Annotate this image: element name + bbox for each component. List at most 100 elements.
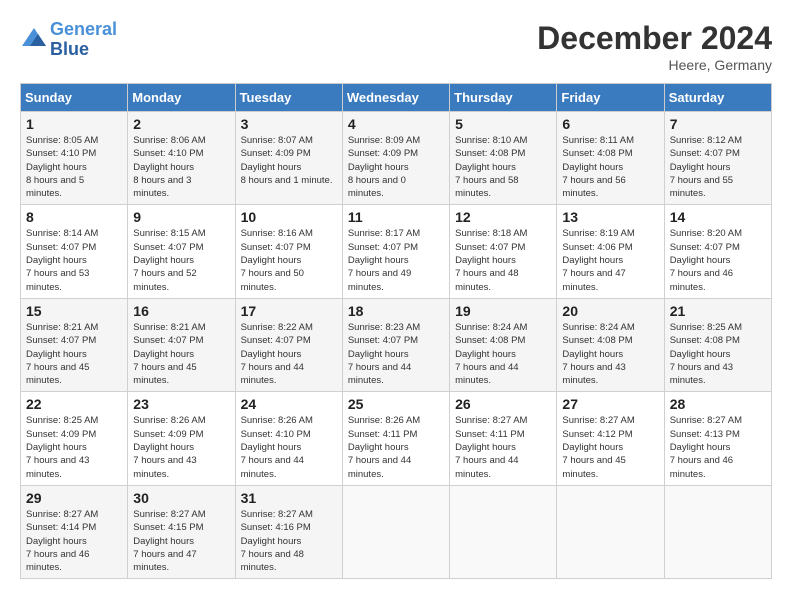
day-info: Sunrise: 8:07 AMSunset: 4:09 PMDaylight …: [241, 134, 337, 187]
calendar-week-4: 22Sunrise: 8:25 AMSunset: 4:09 PMDayligh…: [21, 392, 772, 485]
day-info: Sunrise: 8:19 AMSunset: 4:06 PMDaylight …: [562, 227, 658, 293]
calendar-cell: [664, 485, 771, 578]
calendar-cell: 27 Sunrise: 8:27 AMSunset: 4:12 PMDayligh…: [557, 392, 664, 485]
day-info: Sunrise: 8:26 AMSunset: 4:09 PMDaylight …: [133, 414, 229, 480]
calendar-cell: 19 Sunrise: 8:24 AMSunset: 4:08 PMDayligh…: [450, 298, 557, 391]
location: Heere, Germany: [537, 57, 772, 73]
day-number: 21: [670, 303, 766, 319]
day-number: 15: [26, 303, 122, 319]
day-info: Sunrise: 8:25 AMSunset: 4:08 PMDaylight …: [670, 321, 766, 387]
day-number: 18: [348, 303, 444, 319]
day-info: Sunrise: 8:06 AMSunset: 4:10 PMDaylight …: [133, 134, 229, 200]
day-info: Sunrise: 8:10 AMSunset: 4:08 PMDaylight …: [455, 134, 551, 200]
day-info: Sunrise: 8:05 AMSunset: 4:10 PMDaylight …: [26, 134, 122, 200]
day-info: Sunrise: 8:27 AMSunset: 4:13 PMDaylight …: [670, 414, 766, 480]
day-number: 9: [133, 209, 229, 225]
day-info: Sunrise: 8:09 AMSunset: 4:09 PMDaylight …: [348, 134, 444, 200]
day-number: 29: [26, 490, 122, 506]
day-number: 10: [241, 209, 337, 225]
calendar-cell: 30 Sunrise: 8:27 AMSunset: 4:15 PMDayligh…: [128, 485, 235, 578]
logo: GeneralBlue: [20, 20, 117, 60]
day-number: 30: [133, 490, 229, 506]
day-info: Sunrise: 8:23 AMSunset: 4:07 PMDaylight …: [348, 321, 444, 387]
calendar-cell: 4 Sunrise: 8:09 AMSunset: 4:09 PMDaylight…: [342, 112, 449, 205]
calendar-cell: 24Sunrise: 8:26 AMSunset: 4:10 PMDayligh…: [235, 392, 342, 485]
title-block: December 2024 Heere, Germany: [537, 20, 772, 73]
day-number: 13: [562, 209, 658, 225]
day-info: Sunrise: 8:21 AMSunset: 4:07 PMDaylight …: [26, 321, 122, 387]
day-info: Sunrise: 8:11 AMSunset: 4:08 PMDaylight …: [562, 134, 658, 200]
day-number: 20: [562, 303, 658, 319]
day-number: 19: [455, 303, 551, 319]
calendar-cell: 20Sunrise: 8:24 AMSunset: 4:08 PMDayligh…: [557, 298, 664, 391]
day-number: 1: [26, 116, 122, 132]
day-info: Sunrise: 8:26 AMSunset: 4:11 PMDaylight …: [348, 414, 444, 480]
weekday-header-row: SundayMondayTuesdayWednesdayThursdayFrid…: [21, 84, 772, 112]
calendar-cell: 7 Sunrise: 8:12 AMSunset: 4:07 PMDaylight…: [664, 112, 771, 205]
calendar-cell: 17 Sunrise: 8:22 AMSunset: 4:07 PMDayligh…: [235, 298, 342, 391]
calendar-cell: 21 Sunrise: 8:25 AMSunset: 4:08 PMDayligh…: [664, 298, 771, 391]
day-info: Sunrise: 8:12 AMSunset: 4:07 PMDaylight …: [670, 134, 766, 200]
day-number: 7: [670, 116, 766, 132]
day-number: 28: [670, 396, 766, 412]
day-info: Sunrise: 8:18 AMSunset: 4:07 PMDaylight …: [455, 227, 551, 293]
day-info: Sunrise: 8:27 AMSunset: 4:15 PMDaylight …: [133, 508, 229, 574]
day-number: 4: [348, 116, 444, 132]
calendar-cell: 23 Sunrise: 8:26 AMSunset: 4:09 PMDayligh…: [128, 392, 235, 485]
calendar-week-2: 8 Sunrise: 8:14 AMSunset: 4:07 PMDaylight…: [21, 205, 772, 298]
calendar-cell: 29 Sunrise: 8:27 AMSunset: 4:14 PMDayligh…: [21, 485, 128, 578]
day-number: 31: [241, 490, 337, 506]
day-info: Sunrise: 8:27 AMSunset: 4:12 PMDaylight …: [562, 414, 658, 480]
weekday-header-saturday: Saturday: [664, 84, 771, 112]
weekday-header-thursday: Thursday: [450, 84, 557, 112]
calendar-cell: 6Sunrise: 8:11 AMSunset: 4:08 PMDaylight…: [557, 112, 664, 205]
calendar-cell: 18 Sunrise: 8:23 AMSunset: 4:07 PMDayligh…: [342, 298, 449, 391]
day-info: Sunrise: 8:26 AMSunset: 4:10 PMDaylight …: [241, 414, 337, 480]
calendar-cell: 1 Sunrise: 8:05 AMSunset: 4:10 PMDaylight…: [21, 112, 128, 205]
calendar-cell: 28 Sunrise: 8:27 AMSunset: 4:13 PMDayligh…: [664, 392, 771, 485]
day-number: 8: [26, 209, 122, 225]
day-number: 11: [348, 209, 444, 225]
day-info: Sunrise: 8:24 AMSunset: 4:08 PMDaylight …: [455, 321, 551, 387]
calendar-week-5: 29 Sunrise: 8:27 AMSunset: 4:14 PMDayligh…: [21, 485, 772, 578]
calendar-cell: 25 Sunrise: 8:26 AMSunset: 4:11 PMDayligh…: [342, 392, 449, 485]
weekday-header-sunday: Sunday: [21, 84, 128, 112]
logo-text: GeneralBlue: [50, 20, 117, 60]
day-info: Sunrise: 8:25 AMSunset: 4:09 PMDaylight …: [26, 414, 122, 480]
calendar-cell: 3 Sunrise: 8:07 AMSunset: 4:09 PMDaylight…: [235, 112, 342, 205]
calendar-cell: 5 Sunrise: 8:10 AMSunset: 4:08 PMDaylight…: [450, 112, 557, 205]
day-number: 5: [455, 116, 551, 132]
calendar-cell: 12Sunrise: 8:18 AMSunset: 4:07 PMDayligh…: [450, 205, 557, 298]
calendar-week-1: 1 Sunrise: 8:05 AMSunset: 4:10 PMDaylight…: [21, 112, 772, 205]
day-number: 27: [562, 396, 658, 412]
day-info: Sunrise: 8:14 AMSunset: 4:07 PMDaylight …: [26, 227, 122, 293]
calendar-cell: 11 Sunrise: 8:17 AMSunset: 4:07 PMDayligh…: [342, 205, 449, 298]
calendar-cell: [450, 485, 557, 578]
calendar-cell: [342, 485, 449, 578]
calendar-cell: [557, 485, 664, 578]
day-info: Sunrise: 8:17 AMSunset: 4:07 PMDaylight …: [348, 227, 444, 293]
day-info: Sunrise: 8:20 AMSunset: 4:07 PMDaylight …: [670, 227, 766, 293]
calendar-cell: 15 Sunrise: 8:21 AMSunset: 4:07 PMDayligh…: [21, 298, 128, 391]
day-info: Sunrise: 8:15 AMSunset: 4:07 PMDaylight …: [133, 227, 229, 293]
calendar-cell: 26Sunrise: 8:27 AMSunset: 4:11 PMDayligh…: [450, 392, 557, 485]
calendar-cell: 9 Sunrise: 8:15 AMSunset: 4:07 PMDaylight…: [128, 205, 235, 298]
day-info: Sunrise: 8:27 AMSunset: 4:16 PMDaylight …: [241, 508, 337, 574]
calendar-cell: 16Sunrise: 8:21 AMSunset: 4:07 PMDayligh…: [128, 298, 235, 391]
calendar-cell: 8 Sunrise: 8:14 AMSunset: 4:07 PMDaylight…: [21, 205, 128, 298]
day-info: Sunrise: 8:16 AMSunset: 4:07 PMDaylight …: [241, 227, 337, 293]
day-info: Sunrise: 8:22 AMSunset: 4:07 PMDaylight …: [241, 321, 337, 387]
day-number: 23: [133, 396, 229, 412]
weekday-header-tuesday: Tuesday: [235, 84, 342, 112]
page-header: GeneralBlue December 2024 Heere, Germany: [20, 20, 772, 73]
day-number: 17: [241, 303, 337, 319]
day-number: 25: [348, 396, 444, 412]
day-number: 14: [670, 209, 766, 225]
day-info: Sunrise: 8:27 AMSunset: 4:14 PMDaylight …: [26, 508, 122, 574]
calendar-cell: 2Sunrise: 8:06 AMSunset: 4:10 PMDaylight…: [128, 112, 235, 205]
calendar-cell: 22Sunrise: 8:25 AMSunset: 4:09 PMDayligh…: [21, 392, 128, 485]
calendar-table: SundayMondayTuesdayWednesdayThursdayFrid…: [20, 83, 772, 579]
calendar-cell: 14 Sunrise: 8:20 AMSunset: 4:07 PMDayligh…: [664, 205, 771, 298]
day-number: 26: [455, 396, 551, 412]
day-number: 3: [241, 116, 337, 132]
